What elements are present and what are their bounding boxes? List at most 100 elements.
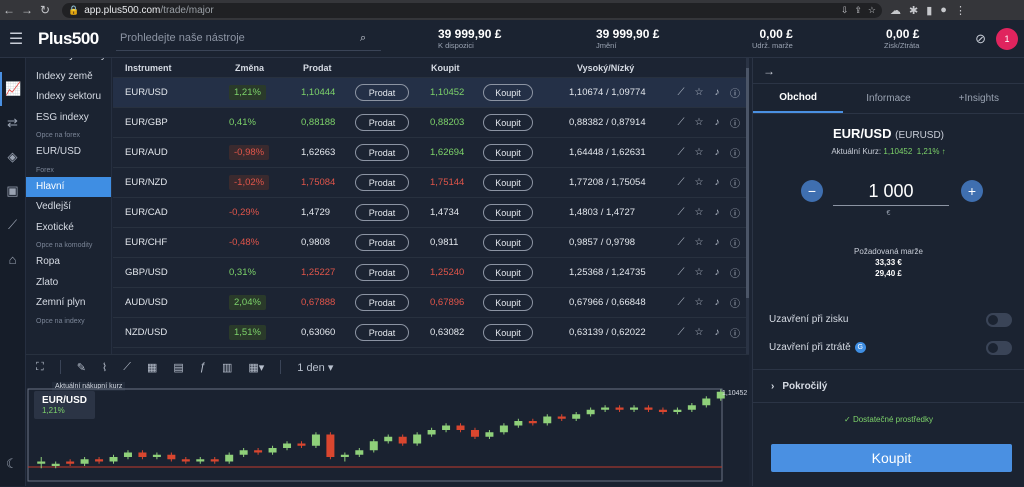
candle-body[interactable]: [254, 450, 263, 453]
favorite-star-icon[interactable]: ☆: [691, 267, 707, 278]
calendar-icon[interactable]: ▦▾: [248, 361, 264, 374]
favorite-star-icon[interactable]: ☆: [691, 237, 707, 248]
info-icon[interactable]: ⓘ: [727, 145, 743, 160]
info-icon[interactable]: ⓘ: [727, 205, 743, 220]
sidepanel-icon[interactable]: ▮: [926, 4, 932, 17]
candle-body[interactable]: [687, 405, 696, 410]
candle-body[interactable]: [413, 434, 422, 444]
save-icon[interactable]: ▤: [173, 361, 183, 374]
alert-bell-icon[interactable]: ♪: [709, 297, 725, 308]
instrument-name[interactable]: EUR/GBP: [125, 108, 168, 137]
category-item[interactable]: Indexy sektoru: [26, 87, 111, 108]
table-row[interactable]: GBP/USD 0,31% 1,25227 Prodat 1,25240 Koupit 1,…: [113, 258, 747, 288]
info-icon[interactable]: ⓘ: [727, 325, 743, 340]
period-select[interactable]: 1 den ▾: [297, 361, 333, 374]
trend-icon[interactable]: ⟋: [123, 361, 131, 374]
col-instrument[interactable]: Instrument: [125, 58, 172, 77]
candle-body[interactable]: [427, 430, 436, 435]
orders-tag-icon[interactable]: ◈: [0, 140, 25, 174]
candle-body[interactable]: [181, 459, 190, 462]
guaranteed-g-icon[interactable]: G: [854, 341, 866, 353]
collapse-panel-arrow-icon[interactable]: →: [753, 58, 1024, 84]
alert-bell-icon[interactable]: ♪: [709, 147, 725, 158]
favorite-star-icon[interactable]: ☆: [691, 117, 707, 128]
candle-body[interactable]: [630, 407, 639, 410]
candle-body[interactable]: [601, 407, 610, 410]
candle-body[interactable]: [95, 459, 104, 462]
sell-button[interactable]: Prodat: [355, 174, 409, 191]
info-icon[interactable]: ⓘ: [727, 265, 743, 280]
hamburger-menu-icon[interactable]: ☰: [4, 29, 28, 49]
table-row[interactable]: EUR/NZD -1,02% 1,75084 Prodat 1,75144 Koupit 1…: [113, 168, 747, 198]
download-icon[interactable]: ⇩: [841, 5, 849, 16]
buy-button[interactable]: Koupit: [483, 84, 533, 101]
candle-body[interactable]: [702, 398, 711, 406]
table-row[interactable]: EUR/USD 1,21% 1,10444 Prodat 1,10452 Koupit 1,…: [113, 78, 747, 108]
candle-body[interactable]: [442, 425, 451, 431]
alert-bell-icon[interactable]: ♪: [709, 117, 725, 128]
candle-body[interactable]: [196, 459, 205, 462]
candle-body[interactable]: [673, 409, 682, 412]
candle-body[interactable]: [644, 407, 653, 410]
reload-icon[interactable]: ↻: [36, 3, 54, 17]
instrument-name[interactable]: GBP/USD: [125, 258, 168, 287]
extension-icon[interactable]: ☁: [890, 4, 901, 17]
trend-icon[interactable]: ⟋: [673, 207, 689, 218]
candle-type-icon[interactable]: ▥: [222, 361, 232, 374]
sell-button[interactable]: Prodat: [355, 294, 409, 311]
candle-body[interactable]: [239, 450, 248, 455]
info-icon[interactable]: ⓘ: [727, 235, 743, 250]
stop-loss-toggle[interactable]: [986, 341, 1012, 355]
price-chart[interactable]: ⛶ ✎ ⌇ ⟋ ▦ ▤ ƒ ▥ ▦▾ 1 den ▾ Aktuální náku…: [26, 354, 749, 486]
trend-icon[interactable]: ⟋: [673, 237, 689, 248]
positions-icon[interactable]: ⇄: [0, 106, 25, 140]
candle-body[interactable]: [470, 430, 479, 437]
candle-body[interactable]: [167, 454, 176, 460]
candle-body[interactable]: [152, 454, 161, 457]
alert-bell-icon[interactable]: ♪: [709, 267, 725, 278]
instrument-name[interactable]: EUR/NZD: [125, 168, 167, 197]
category-item[interactable]: Ropa: [26, 252, 111, 273]
search-icon[interactable]: ⌕: [360, 32, 366, 45]
candle-body[interactable]: [311, 434, 320, 446]
portfolio-briefcase-icon[interactable]: ▣: [0, 174, 25, 208]
alert-bell-icon[interactable]: ♪: [709, 237, 725, 248]
candle-body[interactable]: [123, 452, 132, 458]
sell-button[interactable]: Prodat: [355, 204, 409, 221]
tab-info[interactable]: Informace: [843, 84, 933, 113]
candle-body[interactable]: [326, 434, 335, 458]
category-item[interactable]: ESG indexy: [26, 108, 111, 129]
search-input[interactable]: [120, 32, 360, 44]
candle-body[interactable]: [66, 461, 75, 464]
info-icon[interactable]: ⓘ: [727, 85, 743, 100]
tab-insights[interactable]: +Insights: [934, 84, 1024, 113]
buy-button[interactable]: Koupit: [483, 174, 533, 191]
alert-bell-icon[interactable]: ♪: [709, 207, 725, 218]
bookmark-star-icon[interactable]: ☆: [868, 5, 876, 16]
table-row[interactable]: EUR/GBP 0,41% 0,88188 Prodat 0,88203 Koupit 0,…: [113, 108, 747, 138]
back-icon[interactable]: ←: [0, 3, 18, 17]
col-buy[interactable]: Koupit: [431, 58, 460, 77]
category-item[interactable]: Všechny indexy: [26, 58, 111, 67]
candle-body[interactable]: [37, 461, 46, 464]
trend-icon[interactable]: ⟋: [673, 267, 689, 278]
candle-body[interactable]: [369, 441, 378, 451]
sell-button[interactable]: Prodat: [355, 114, 409, 131]
table-row[interactable]: EUR/AUD -0,98% 1,62663 Prodat 1,62694 Koupit 1…: [113, 138, 747, 168]
buy-button[interactable]: Koupit: [483, 114, 533, 131]
category-item[interactable]: Vedlejší: [26, 197, 111, 218]
favorite-star-icon[interactable]: ☆: [691, 207, 707, 218]
table-row[interactable]: AUD/USD 2,04% 0,67888 Prodat 0,67896 Koupit 0,…: [113, 288, 747, 318]
table-scrollbar[interactable]: [746, 58, 749, 354]
draw-pencil-icon[interactable]: ✎: [77, 361, 86, 374]
table-row[interactable]: EUR/CAD -0,29% 1,4729 Prodat 1,4734 Koupit 1,4…: [113, 198, 747, 228]
buy-button[interactable]: Koupit: [483, 264, 533, 281]
candlestick-plot[interactable]: 1,10452: [26, 379, 749, 487]
decrease-quantity-button[interactable]: −: [801, 180, 823, 202]
buy-button[interactable]: Koupit: [483, 324, 533, 341]
instrument-name[interactable]: EUR/USD: [125, 78, 168, 107]
share-icon[interactable]: ⇪: [854, 5, 862, 16]
candle-body[interactable]: [514, 421, 523, 426]
candle-body[interactable]: [283, 443, 292, 449]
buy-button[interactable]: Koupit: [483, 204, 533, 221]
